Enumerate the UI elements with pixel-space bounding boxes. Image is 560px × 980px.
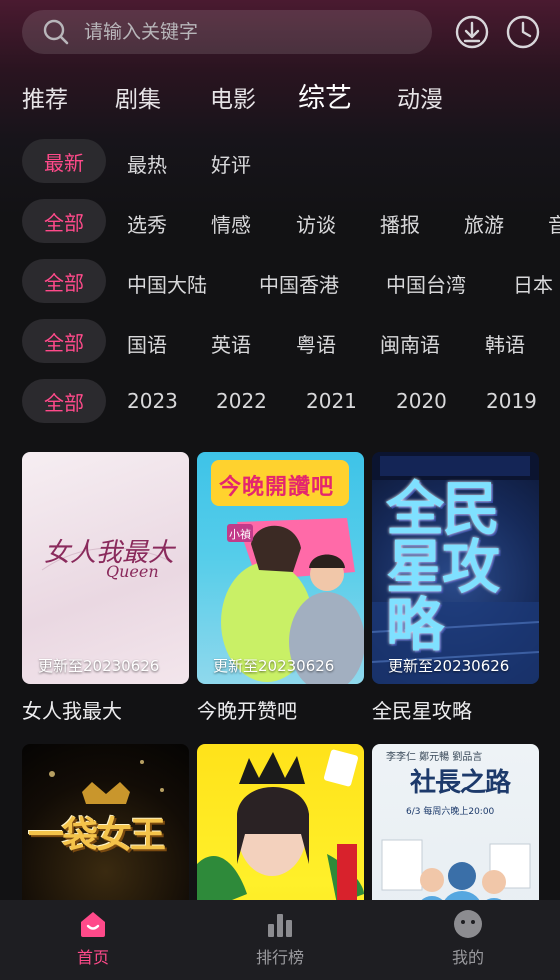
history-clock-icon[interactable] — [505, 14, 541, 50]
filter-row-language: 全部 国语 英语 粤语 闽南语 韩语 — [0, 317, 560, 365]
poster-title-text: 今晚開讚吧 — [219, 475, 335, 500]
profile-icon — [454, 910, 482, 938]
bar-chart-icon — [268, 914, 292, 937]
filter-option[interactable]: 英语 — [211, 329, 251, 358]
filter-row-region: 全部 中国大陆 中国香港 中国台湾 日本 — [0, 257, 560, 305]
category-tabs: 推荐 剧集 电影 综艺 动漫 — [0, 74, 560, 120]
filter-option[interactable]: 访谈 — [296, 209, 336, 238]
nav-profile[interactable]: 我的 — [408, 908, 528, 968]
poster-title-text: 全民星攻略 — [386, 475, 500, 659]
filter-chip-selected[interactable]: 全部 — [22, 259, 106, 303]
filter-chip-selected[interactable]: 全部 — [22, 319, 106, 363]
bottom-nav: 首页 排行榜 我的 — [0, 900, 560, 980]
show-card[interactable]: 今晚開讚吧 小禎 更新至20230626 今晚开赞吧 — [197, 452, 364, 723]
show-poster: 今晚開讚吧 小禎 更新至20230626 — [197, 452, 364, 684]
show-poster: 全民星攻略 更新至20230626 — [372, 452, 539, 684]
filter-chip-selected[interactable]: 最新 — [22, 139, 106, 183]
show-card[interactable]: 女人我最大 Queen 更新至20230626 女人我最大 — [22, 452, 189, 723]
filter-option[interactable]: 闽南语 — [380, 329, 440, 358]
filter-option[interactable]: 2020 — [396, 389, 447, 413]
nav-ranking[interactable]: 排行榜 — [220, 908, 340, 968]
filter-row-year: 全部 2023 2022 2021 2020 2019 — [0, 377, 560, 425]
filter-option[interactable]: 2022 — [216, 389, 267, 413]
nav-ranking-label: 排行榜 — [255, 948, 304, 967]
filter-option[interactable]: 中国大陆 — [127, 269, 207, 298]
tab-anime[interactable]: 动漫 — [397, 80, 443, 114]
filter-option[interactable]: 选秀 — [127, 209, 167, 238]
app-root: 推荐 剧集 电影 综艺 动漫 最新 最热 好评 全部 选秀 情感 访谈 播报 旅… — [0, 0, 560, 980]
filter-chip-selected[interactable]: 全部 — [22, 199, 106, 243]
filter-option[interactable]: 最热 — [127, 149, 167, 178]
filter-option[interactable]: 好评 — [211, 149, 251, 178]
tab-series[interactable]: 剧集 — [115, 80, 161, 114]
search-input[interactable] — [84, 21, 384, 43]
tab-recommend[interactable]: 推荐 — [22, 80, 68, 114]
filter-row-sort: 最新 最热 好评 — [0, 137, 560, 185]
poster-subtitle-text: 小禎 — [229, 528, 251, 541]
show-title: 女人我最大 — [22, 699, 122, 723]
filter-option[interactable]: 播报 — [380, 209, 420, 238]
poster-title-text: 一袋女王 — [28, 815, 166, 856]
nav-home-label: 首页 — [76, 948, 109, 967]
filter-chip-selected[interactable]: 全部 — [22, 379, 106, 423]
nav-profile-label: 我的 — [451, 948, 484, 967]
filter-option[interactable]: 2023 — [127, 389, 178, 413]
poster-subtitle-text: Queen — [106, 562, 159, 581]
update-label: 更新至20230626 — [388, 657, 510, 675]
show-title: 全民星攻略 — [372, 699, 472, 723]
search-bar[interactable] — [22, 10, 432, 54]
home-icon — [81, 912, 105, 937]
show-poster: 女人我最大 Queen 更新至20230626 — [22, 452, 189, 684]
filter-row-type: 全部 选秀 情感 访谈 播报 旅游 音 — [0, 197, 560, 245]
update-label: 更新至20230626 — [38, 657, 160, 675]
filter-option[interactable]: 韩语 — [485, 329, 525, 358]
show-title: 今晚开赞吧 — [197, 699, 297, 723]
filter-option[interactable]: 情感 — [211, 209, 251, 238]
tab-variety[interactable]: 综艺 — [298, 76, 352, 115]
nav-home[interactable]: 首页 — [33, 908, 153, 968]
search-icon — [43, 19, 69, 45]
update-label: 更新至20230626 — [213, 657, 335, 675]
show-card[interactable]: 全民星攻略 更新至20230626 全民星攻略 — [372, 452, 539, 723]
tab-movies[interactable]: 电影 — [210, 80, 256, 114]
download-icon[interactable] — [454, 14, 490, 50]
filter-option[interactable]: 日本 — [513, 269, 553, 298]
top-bar — [0, 0, 560, 64]
filter-option[interactable]: 国语 — [127, 329, 167, 358]
filter-option[interactable]: 2021 — [306, 389, 357, 413]
filter-option[interactable]: 粤语 — [296, 329, 336, 358]
filter-option[interactable]: 2019 — [486, 389, 537, 413]
filter-option[interactable]: 音 — [548, 209, 560, 238]
poster-schedule-text: 6/3 每周六晚上20:00 — [406, 807, 495, 817]
filter-option[interactable]: 旅游 — [464, 209, 504, 238]
filter-option[interactable]: 中国香港 — [259, 269, 339, 298]
poster-cast-text: 李李仁 鄭元暢 劉品言 — [386, 752, 483, 763]
filter-option[interactable]: 中国台湾 — [386, 269, 466, 298]
poster-title-text: 社長之路 — [410, 768, 511, 798]
